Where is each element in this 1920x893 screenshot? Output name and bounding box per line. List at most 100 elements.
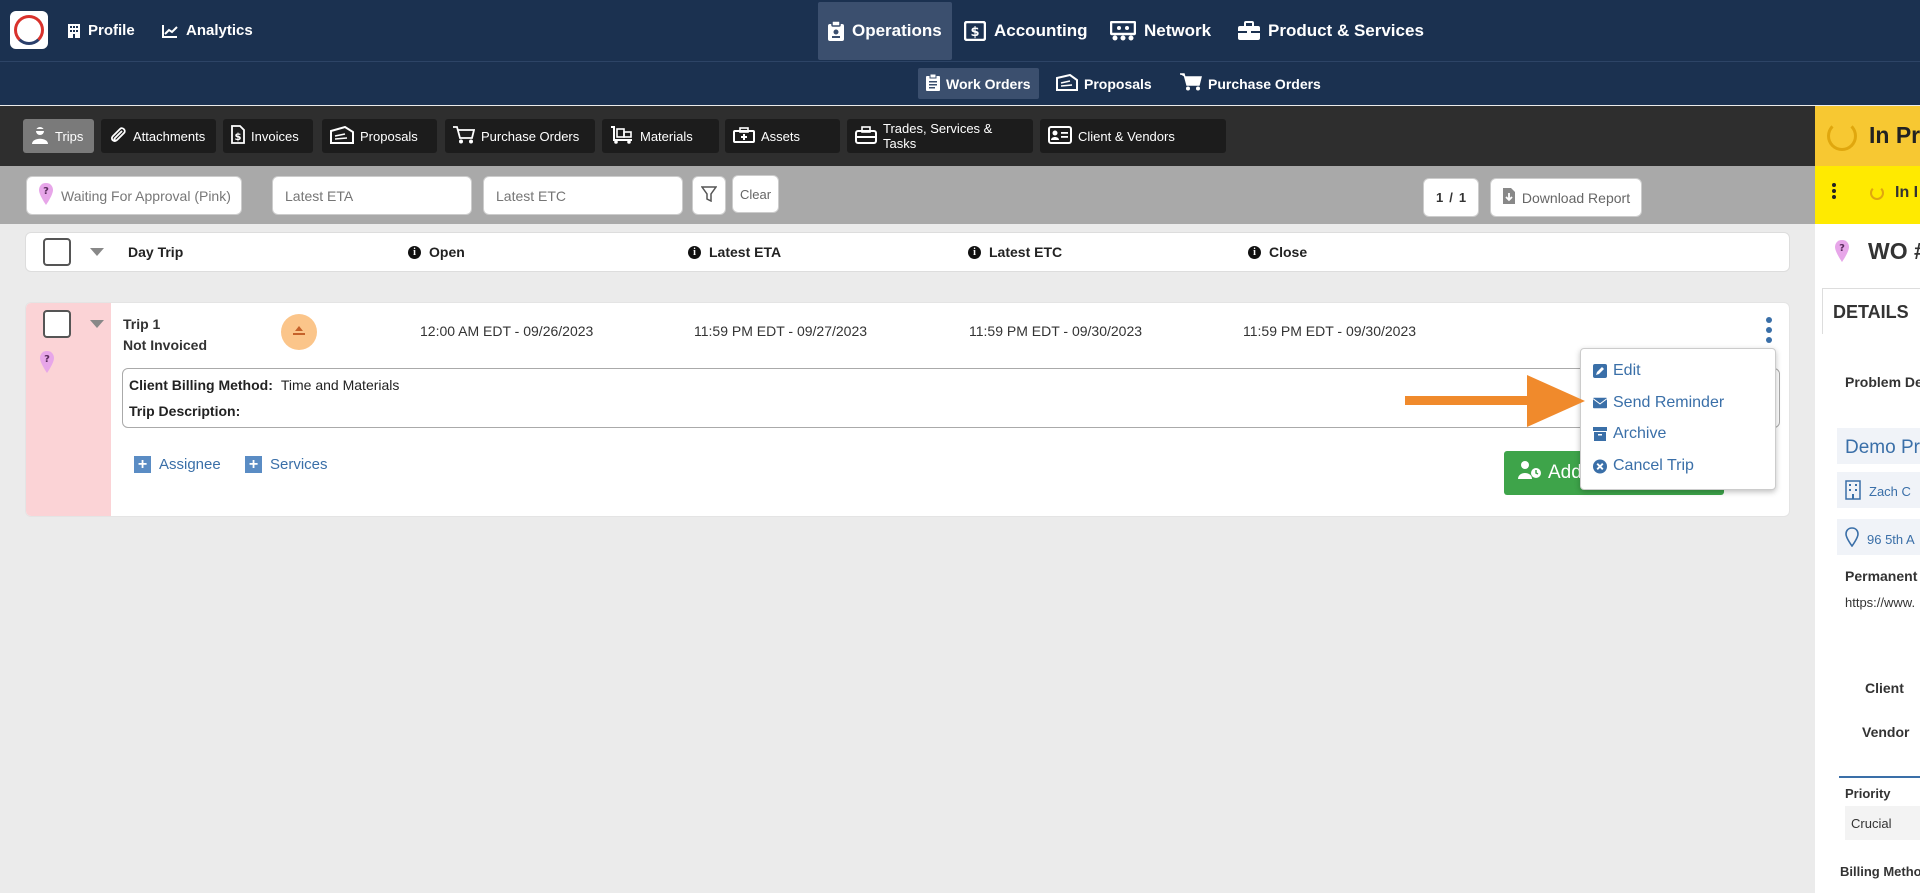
archive-icon — [1593, 427, 1607, 441]
subnav-proposals[interactable]: Proposals — [1048, 68, 1160, 99]
company-link[interactable]: Zach C — [1837, 472, 1920, 508]
status-title: In Pr — [1869, 122, 1920, 148]
tab-materials-label: Materials — [640, 128, 693, 144]
section-divider — [1839, 776, 1920, 778]
circle-x-icon — [1593, 459, 1607, 473]
nav-accounting-label: Accounting — [994, 20, 1088, 40]
status-header: In Pr — [1815, 106, 1920, 166]
nav-product-services[interactable]: Product & Services — [1238, 0, 1424, 61]
cart-icon — [1180, 73, 1202, 94]
tab-trips[interactable]: Trips — [23, 119, 94, 153]
client-label: Client — [1865, 680, 1904, 696]
status-filter-select[interactable]: ? Waiting For Approval (Pink) — [26, 176, 242, 215]
building-icon — [1845, 480, 1861, 505]
pink-map-marker-icon: ? — [39, 183, 53, 208]
nav-product-services-label: Product & Services — [1268, 20, 1424, 40]
user-clock-icon — [1518, 460, 1542, 486]
orange-pointer-arrow-icon — [1405, 375, 1585, 434]
nav-profile[interactable]: Profile — [68, 0, 135, 61]
header-open[interactable]: i Open — [408, 244, 465, 260]
header-day-trip[interactable]: Day Trip — [128, 244, 183, 260]
tab-proposals[interactable]: Proposals — [322, 119, 437, 153]
header-open-label: Open — [429, 244, 465, 260]
status-kebab-icon[interactable] — [1832, 183, 1836, 204]
company-name: Zach C — [1869, 484, 1911, 499]
demo-project-link[interactable]: Demo Pr — [1837, 428, 1920, 464]
address-link[interactable]: 96 5th A — [1837, 519, 1920, 555]
tab-details[interactable]: DETAILS — [1822, 288, 1920, 334]
page-separator: / — [1449, 190, 1453, 205]
logo-ring — [14, 15, 44, 45]
priority-value: Crucial — [1851, 816, 1892, 831]
trip-latest-etc: 11:59 PM EDT - 09/30/2023 — [969, 323, 1143, 339]
download-report-label: Download Report — [1521, 189, 1631, 206]
latest-etc-input[interactable] — [483, 176, 683, 215]
menu-item-send-reminder[interactable]: Send Reminder — [1593, 394, 1724, 412]
status-small-spinner-icon — [1870, 186, 1884, 200]
tab-assets[interactable]: Assets — [725, 119, 840, 153]
tab-trades-services-tasks[interactable]: Trades, Services & Tasks — [847, 119, 1033, 153]
nav-analytics-label: Analytics — [186, 22, 253, 39]
header-latest-eta[interactable]: i Latest ETA — [688, 244, 781, 260]
nav-operations[interactable]: Operations — [818, 2, 952, 60]
tab-attachments[interactable]: Attachments — [101, 119, 216, 153]
header-close[interactable]: i Close — [1248, 244, 1307, 260]
proposal-icon — [1056, 73, 1078, 94]
permanent-url[interactable]: https://www. — [1845, 595, 1915, 610]
info-icon: i — [968, 245, 981, 259]
menu-item-cancel-trip[interactable]: Cancel Trip — [1593, 457, 1694, 475]
tab-bar: Trips Attachments $ Invoices Proposals P… — [0, 106, 1815, 166]
add-services-link[interactable]: + Services — [245, 456, 328, 473]
vendor-label: Vendor — [1862, 724, 1910, 740]
tab-trades-label: Trades, Services & Tasks — [883, 121, 993, 151]
nav-network-label: Network — [1144, 20, 1212, 40]
nav-accounting[interactable]: $ Accounting — [964, 0, 1088, 61]
trip-open: 12:00 AM EDT - 09/26/2023 — [420, 323, 594, 339]
status-filter-text: Waiting For Approval (Pink) — [61, 187, 231, 204]
info-icon: i — [1248, 245, 1261, 259]
download-report-button[interactable]: Download Report — [1490, 178, 1642, 217]
row-checkbox[interactable] — [43, 310, 71, 338]
trip-actions-menu: Edit Send Reminder Archive Cancel Trip — [1580, 348, 1776, 490]
clipboard-icon — [828, 21, 844, 41]
expand-all-caret-icon[interactable] — [90, 248, 104, 256]
tab-client-vendors[interactable]: Client & Vendors — [1040, 119, 1226, 153]
header-day-trip-label: Day Trip — [128, 244, 184, 260]
clipboard-list-icon — [926, 73, 940, 94]
nav-network[interactable]: Network — [1110, 0, 1211, 61]
page-total: 1 — [1458, 190, 1467, 205]
menu-item-edit[interactable]: Edit — [1593, 362, 1641, 380]
toolbox-icon — [1238, 20, 1260, 41]
tab-materials[interactable]: Materials — [602, 119, 719, 153]
select-all-checkbox[interactable] — [43, 238, 71, 266]
line-chart-icon — [162, 24, 178, 38]
latest-eta-input[interactable] — [272, 176, 472, 215]
filter-bar: ? Waiting For Approval (Pink) Clear 1 / … — [0, 166, 1815, 224]
priority-field[interactable]: Crucial — [1845, 806, 1920, 840]
tab-assets-label: Assets — [761, 128, 801, 144]
tab-invoices[interactable]: $ Invoices — [223, 119, 313, 153]
nav-analytics[interactable]: Analytics — [162, 0, 253, 61]
menu-item-archive[interactable]: Archive — [1593, 425, 1666, 443]
filter-button[interactable] — [692, 176, 726, 215]
header-latest-etc[interactable]: i Latest ETC — [968, 244, 1062, 260]
subnav-purchase-orders[interactable]: Purchase Orders — [1172, 68, 1329, 99]
paperclip-icon — [109, 126, 127, 147]
clear-filters-button[interactable]: Clear — [732, 175, 779, 213]
subnav-work-orders[interactable]: Work Orders — [918, 68, 1039, 99]
vendor-avatar[interactable] — [281, 314, 317, 350]
tab-purchase-orders[interactable]: Purchase Orders — [445, 119, 595, 153]
permanent-label: Permanent — [1845, 568, 1918, 584]
svg-text:?: ? — [1839, 243, 1845, 254]
clear-filters-label: Clear — [739, 186, 772, 202]
briefcase-icon — [855, 125, 877, 147]
company-logo[interactable] — [10, 11, 48, 49]
add-assignee-link[interactable]: + Assignee — [134, 456, 221, 473]
in-progress-spinner-icon — [1827, 121, 1857, 151]
row-collapse-caret-icon[interactable] — [90, 320, 104, 328]
page-current: 1 — [1435, 190, 1444, 205]
billing-method-value: Time and Materials — [280, 377, 400, 393]
trip-latest-eta: 11:59 PM EDT - 09/27/2023 — [694, 323, 868, 339]
trip-invoice-status: Not Invoiced — [123, 337, 208, 353]
row-menu-kebab-icon[interactable] — [1766, 316, 1772, 344]
